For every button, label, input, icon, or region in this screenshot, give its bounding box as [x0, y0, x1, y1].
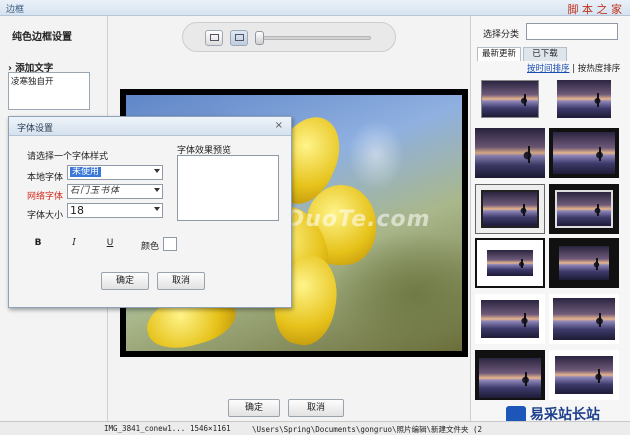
status-dimensions: 1546×1161	[190, 424, 231, 433]
web-font-value: 石门玉书体	[70, 186, 121, 196]
font-settings-dialog: 字体设置 × 请选择一个字体样式 本地字体 未使用 网络字体 石门玉书体 字体大…	[8, 116, 292, 308]
local-font-select[interactable]: 未使用	[67, 165, 163, 180]
dialog-cancel-button[interactable]: 取消	[157, 272, 205, 290]
chevron-down-icon	[154, 169, 160, 173]
web-font-select[interactable]: 石门玉书体	[67, 184, 163, 199]
dialog-title-bar: 字体设置 ×	[9, 117, 291, 136]
window-title: 边框	[6, 5, 25, 15]
font-preview-box	[177, 155, 279, 221]
sort-by-time-link[interactable]: 按时间排序	[527, 64, 570, 74]
sort-separator: |	[572, 64, 576, 74]
dialog-ok-button[interactable]: 确定	[101, 272, 149, 290]
ok-button[interactable]: 确定	[228, 399, 280, 417]
bold-button[interactable]: B	[31, 237, 45, 251]
watermark-text: 脚 本 之 家	[567, 3, 623, 16]
local-font-value: 未使用	[70, 167, 102, 177]
sort-options: 按时间排序 | 按热度排序	[527, 62, 620, 74]
border-thumbnail-list	[473, 74, 625, 404]
chevron-down-icon	[154, 188, 160, 192]
border-thumbnail[interactable]	[549, 128, 619, 178]
dialog-title: 字体设置	[17, 124, 54, 134]
web-font-label: 网络字体	[27, 192, 64, 202]
right-panel: 选择分类 最新更新 已下载 按时间排序 | 按热度排序	[470, 16, 630, 421]
status-path: \Users\Spring\Documents\gongruo\照片编辑\新建文…	[252, 425, 483, 434]
category-label: 选择分类	[483, 30, 520, 40]
monitor-icon	[235, 34, 244, 41]
border-thumbnail[interactable]	[549, 74, 619, 124]
fit-screen-button[interactable]	[205, 30, 223, 46]
close-icon[interactable]: ×	[275, 120, 283, 131]
color-swatch[interactable]	[163, 237, 177, 251]
category-select[interactable]	[526, 23, 618, 40]
tab-downloaded[interactable]: 已下载	[523, 47, 567, 61]
border-thumbnail[interactable]	[475, 74, 545, 124]
font-size-label: 字体大小	[27, 211, 64, 221]
status-filename: IMG_3841_conew1...	[104, 424, 186, 433]
zoom-slider[interactable]	[255, 36, 371, 40]
chevron-down-icon	[154, 207, 160, 211]
border-thumbnail[interactable]	[475, 238, 545, 288]
monitor-button[interactable]	[230, 30, 248, 46]
border-thumbnail[interactable]	[475, 184, 545, 234]
font-size-value: 18	[70, 204, 84, 217]
overlay-logo: DuoTe.com	[286, 207, 431, 232]
border-settings-heading: 纯色边框设置	[12, 32, 72, 43]
tab-latest[interactable]: 最新更新	[477, 47, 521, 61]
cancel-button[interactable]: 取消	[288, 399, 344, 417]
border-thumbnail[interactable]	[475, 294, 545, 344]
view-toolbar	[182, 22, 396, 52]
italic-button[interactable]: I	[67, 237, 81, 251]
border-thumbnail[interactable]	[475, 128, 545, 178]
color-label: 颜色	[141, 242, 160, 252]
font-size-select[interactable]: 18	[67, 203, 163, 218]
font-style-prompt: 请选择一个字体样式	[27, 152, 109, 162]
status-bar: IMG_3841_conew1... 1546×1161 \Users\Spri…	[0, 421, 630, 435]
sort-by-popularity-link[interactable]: 按热度排序	[578, 64, 621, 74]
border-thumbnail[interactable]	[549, 294, 619, 344]
border-thumbnail[interactable]	[549, 238, 619, 288]
title-bar: 边框 脚 本 之 家	[0, 0, 630, 16]
underline-button[interactable]: U	[103, 237, 117, 251]
local-font-label: 本地字体	[27, 173, 64, 183]
zoom-slider-thumb[interactable]	[255, 31, 264, 45]
text-input[interactable]: 凌寒独自开	[8, 72, 90, 110]
border-thumbnail[interactable]	[549, 184, 619, 234]
fit-screen-icon	[210, 34, 219, 41]
